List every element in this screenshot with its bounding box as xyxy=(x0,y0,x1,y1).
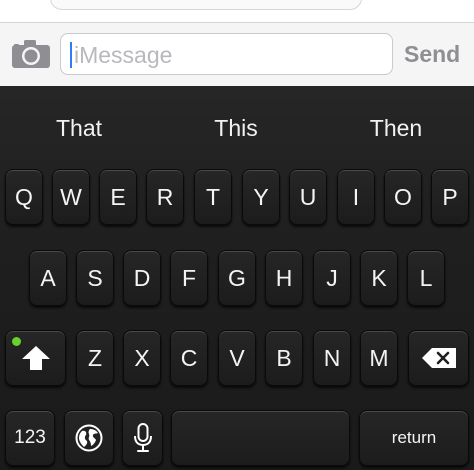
key-f[interactable]: F xyxy=(170,250,208,306)
shift-arrow-icon xyxy=(6,331,65,385)
key-d[interactable]: D xyxy=(123,250,161,306)
key-label: R xyxy=(156,184,174,210)
key-x[interactable]: X xyxy=(123,330,161,386)
return-key[interactable]: return xyxy=(359,410,469,466)
key-label: G xyxy=(228,265,246,291)
key-label: Y xyxy=(253,184,269,210)
key-u[interactable]: U xyxy=(289,169,327,225)
key-label: L xyxy=(419,265,433,291)
key-label: Z xyxy=(87,345,103,371)
key-label: O xyxy=(394,184,412,210)
key-label: E xyxy=(110,184,126,210)
key-y[interactable]: Y xyxy=(242,169,280,225)
return-key-label: return xyxy=(391,428,437,447)
key-label: P xyxy=(442,184,458,210)
backspace-icon xyxy=(409,331,468,385)
key-s[interactable]: S xyxy=(76,250,114,306)
microphone-icon xyxy=(123,411,162,465)
key-label: Q xyxy=(15,184,33,210)
message-input[interactable]: iMessage xyxy=(60,33,393,75)
delete-key[interactable] xyxy=(408,330,469,386)
key-label: D xyxy=(133,265,151,291)
globe-key[interactable] xyxy=(64,410,114,466)
key-c[interactable]: C xyxy=(170,330,208,386)
key-label: A xyxy=(40,265,56,291)
key-a[interactable]: A xyxy=(29,250,67,306)
space-key[interactable] xyxy=(171,410,350,466)
numbers-key[interactable]: 123 xyxy=(5,410,55,466)
key-label: F xyxy=(181,265,197,291)
key-k[interactable]: K xyxy=(360,250,398,306)
key-label: I xyxy=(352,184,360,210)
message-bubble xyxy=(50,0,362,10)
message-history-area xyxy=(0,0,474,22)
key-label: U xyxy=(299,184,317,210)
key-label: W xyxy=(60,184,82,210)
key-v[interactable]: V xyxy=(218,330,256,386)
key-e[interactable]: E xyxy=(99,169,137,225)
key-label: M xyxy=(369,345,389,371)
key-i[interactable]: I xyxy=(337,169,375,225)
camera-button[interactable] xyxy=(11,40,51,68)
key-j[interactable]: J xyxy=(313,250,351,306)
key-label: J xyxy=(326,265,338,291)
key-label: X xyxy=(134,345,150,371)
key-l[interactable]: L xyxy=(407,250,445,306)
shift-key[interactable] xyxy=(5,330,66,386)
key-t[interactable]: T xyxy=(194,169,232,225)
key-label: V xyxy=(229,345,245,371)
numbers-key-label: 123 xyxy=(14,427,46,448)
key-label: B xyxy=(276,345,292,371)
key-g[interactable]: G xyxy=(218,250,256,306)
key-label: K xyxy=(371,265,387,291)
key-o[interactable]: O xyxy=(384,169,422,225)
key-label: T xyxy=(205,184,221,210)
key-p[interactable]: P xyxy=(431,169,469,225)
suggestion-2[interactable]: This xyxy=(176,113,296,143)
key-b[interactable]: B xyxy=(265,330,303,386)
key-z[interactable]: Z xyxy=(76,330,114,386)
key-q[interactable]: Q xyxy=(5,169,43,225)
key-m[interactable]: M xyxy=(360,330,398,386)
key-label: N xyxy=(323,345,341,371)
camera-icon xyxy=(11,40,51,68)
key-h[interactable]: H xyxy=(265,250,303,306)
key-n[interactable]: N xyxy=(313,330,351,386)
key-label: H xyxy=(275,265,293,291)
key-r[interactable]: R xyxy=(146,169,184,225)
message-input-placeholder: iMessage xyxy=(74,42,173,68)
globe-icon xyxy=(65,411,113,465)
key-label: S xyxy=(87,265,103,291)
text-caret xyxy=(70,42,72,68)
key-label: C xyxy=(180,345,198,371)
key-w[interactable]: W xyxy=(52,169,90,225)
dictation-key[interactable] xyxy=(122,410,163,466)
send-button[interactable]: Send xyxy=(404,37,460,71)
suggestion-3[interactable]: Then xyxy=(336,113,456,143)
suggestion-1[interactable]: That xyxy=(19,113,139,143)
